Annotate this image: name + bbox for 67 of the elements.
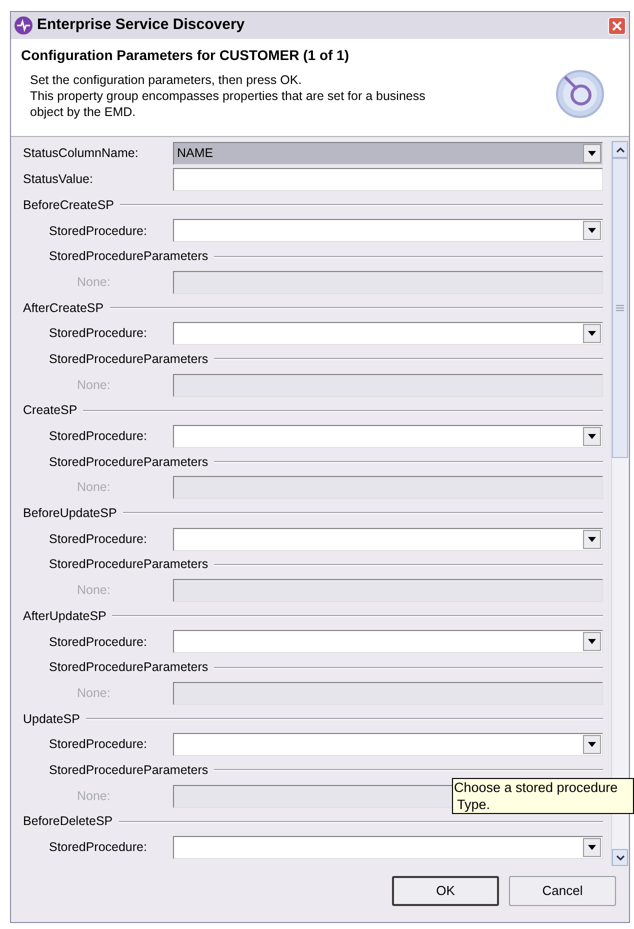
dropdown-field[interactable] (173, 836, 603, 859)
caret-icon (588, 844, 596, 850)
section-title: StoredProcedureParameters (48, 350, 208, 368)
scroll-up-button[interactable] (612, 141, 628, 158)
section-title: StoredProcedureParameters (48, 248, 208, 266)
field-label: None: (76, 274, 110, 291)
field-label: StoredProcedure: (48, 736, 147, 754)
dropdown-field[interactable] (173, 322, 603, 346)
caret-icon (588, 742, 596, 748)
section-title: StoredProcedureParameters (48, 556, 208, 574)
section-title: StoredProcedureParameters (48, 762, 208, 779)
dropdown-button[interactable] (583, 530, 601, 549)
caret-icon (588, 228, 596, 234)
group-title: UpdateSP (22, 710, 80, 728)
group-title: BeforeUpdateSP (22, 505, 117, 522)
group-title: BeforeCreateSP (22, 196, 114, 214)
ok-button[interactable]: OK (392, 876, 499, 906)
cancel-button[interactable]: Cancel (509, 876, 616, 906)
dropdown-button[interactable] (583, 735, 601, 754)
dropdown-button[interactable] (583, 324, 601, 344)
field-label: StatusValue: (22, 171, 93, 188)
scroll-down-button[interactable] (612, 849, 628, 866)
dropdown-field[interactable] (173, 424, 603, 448)
dropdown-field[interactable] (173, 528, 603, 551)
field-label: StoredProcedure: (48, 222, 147, 240)
group-title: AfterUpdateSP (22, 608, 106, 625)
dropdown-field[interactable]: NAME (173, 142, 603, 166)
field-label: None: (76, 684, 110, 702)
caret-icon (588, 434, 596, 439)
section-title: StoredProcedureParameters (48, 659, 208, 676)
group-title: BeforeDeleteSP (22, 813, 113, 830)
dropdown-field[interactable] (173, 630, 603, 654)
close-icon (612, 20, 622, 30)
scroll-thumb[interactable] (612, 158, 628, 458)
tooltip: Choose a stored procedure Type. (452, 778, 634, 814)
caret-icon (588, 536, 596, 542)
field-label: StoredProcedure: (48, 428, 147, 446)
window-title: Enterprise Service Discovery (37, 15, 246, 36)
field-label: None: (76, 376, 110, 394)
field-label: None: (76, 479, 110, 496)
input-field[interactable] (173, 168, 603, 192)
field-label: StatusColumnName: (22, 145, 138, 162)
caret-icon (588, 331, 596, 336)
group-title: CreateSP (22, 402, 78, 420)
caret-icon (588, 639, 596, 644)
caret-icon (588, 151, 596, 156)
section-title: StoredProcedureParameters (48, 454, 208, 471)
page-heading: Configuration Parameters for CUSTOMER (1 of 1) (21, 46, 350, 65)
field-label: StoredProcedure: (48, 530, 147, 548)
field-label: StoredProcedure: (48, 325, 147, 342)
dropdown-button[interactable] (583, 144, 601, 164)
compass-icon (555, 69, 605, 119)
dropdown-field[interactable] (173, 733, 603, 756)
dropdown-button[interactable] (583, 632, 601, 652)
field-label: None: (76, 788, 110, 805)
group-title: AfterCreateSP (22, 300, 104, 317)
logo-icon (14, 16, 33, 35)
dropdown-field[interactable] (173, 219, 603, 242)
field-label: StoredProcedure: (48, 634, 147, 651)
dropdown-button[interactable] (583, 221, 601, 240)
grip-icon (616, 305, 624, 311)
dropdown-button[interactable] (583, 838, 601, 857)
field-label: None: (76, 582, 110, 600)
description-text: Set the configuration parameters, then press OK. This property group encompasses properties that are set for a business object by the EMD. (29, 72, 426, 120)
close-button[interactable] (608, 16, 626, 34)
field-label: StoredProcedure: (48, 839, 147, 856)
dropdown-button[interactable] (583, 426, 601, 446)
